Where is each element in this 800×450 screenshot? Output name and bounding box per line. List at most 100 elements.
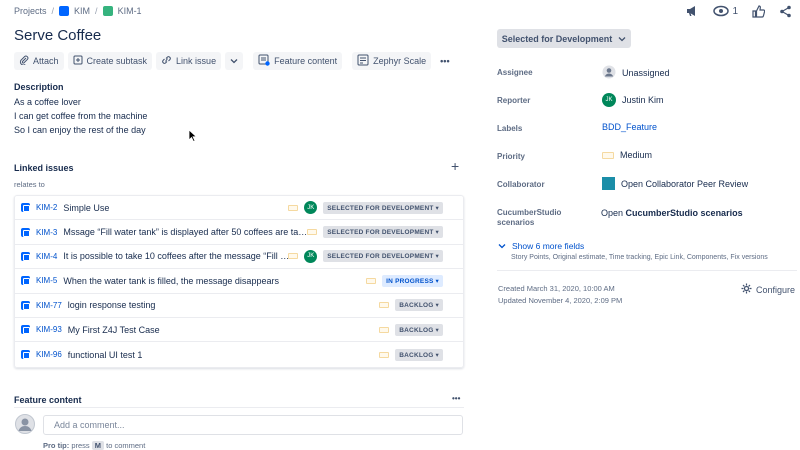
show-more-fields-button[interactable]: Show 6 more fields	[498, 241, 584, 251]
breadcrumb-separator: /	[95, 6, 98, 16]
more-actions-button[interactable]: •••	[435, 52, 454, 70]
status-text: BACKLOG	[399, 302, 434, 310]
linked-issue-key[interactable]: KIM-96	[36, 350, 62, 359]
breadcrumb-project[interactable]: KIM	[74, 6, 90, 16]
assignee-field[interactable]: Unassigned	[602, 65, 670, 81]
breadcrumb-projects[interactable]: Projects	[14, 6, 47, 16]
updated-date: Updated November 4, 2020, 2:09 PM	[498, 296, 623, 305]
priority-medium-icon	[602, 151, 614, 159]
linked-issue-key[interactable]: KIM-3	[36, 228, 57, 237]
attach-button[interactable]: Attach	[14, 52, 64, 70]
cucumber-field[interactable]: Open CucumberStudio scenarios	[601, 208, 743, 218]
issue-title[interactable]: Serve Coffee	[14, 27, 101, 44]
linked-issue-summary[interactable]: login response testing	[68, 300, 156, 310]
status-transition-button[interactable]: Selected for Development	[497, 29, 631, 48]
avatar: JK	[304, 249, 318, 263]
gear-icon	[741, 283, 752, 296]
status-badge[interactable]: BACKLOG ▾	[395, 348, 443, 361]
link-issue-dropdown[interactable]	[225, 52, 244, 70]
cucumber-label: CucumberStudio scenarios	[497, 208, 562, 227]
subtask-icon	[73, 55, 83, 67]
reporter-value: Justin Kim	[622, 95, 664, 105]
description-line: I can get coffee from the machine	[14, 111, 148, 121]
share-icon[interactable]	[779, 5, 792, 18]
issue-type-icon	[102, 6, 113, 16]
status-button-label: Selected for Development	[501, 33, 613, 44]
labels-field[interactable]: BDD_Feature	[602, 122, 657, 132]
breadcrumb-issue[interactable]: KIM-1	[118, 6, 142, 16]
linked-issue-row[interactable]: KIM-93 My First Z4J Test Case BACKLOG ▾	[15, 318, 463, 343]
zephyr-icon	[357, 54, 369, 68]
priority-field[interactable]: Medium	[602, 150, 652, 160]
priority-medium-icon	[379, 326, 390, 333]
add-linked-issue-button[interactable]: +	[451, 158, 459, 174]
collaborator-label: Collaborator	[497, 180, 545, 189]
divider	[497, 270, 797, 271]
status-badge[interactable]: IN PROGRESS ▾	[382, 274, 443, 287]
link-icon	[161, 55, 172, 67]
status-badge[interactable]: BACKLOG ▾	[395, 299, 443, 312]
megaphone-icon[interactable]	[685, 4, 699, 18]
reporter-label: Reporter	[497, 96, 531, 105]
story-icon	[21, 251, 30, 261]
protip-bold: Pro tip:	[43, 441, 70, 450]
status-badge[interactable]: SELECTED FOR DEVELOPMENT ▾	[323, 201, 443, 214]
create-subtask-button[interactable]: Create subtask	[67, 52, 153, 70]
chevron-down-icon	[618, 34, 626, 44]
zephyr-scale-button[interactable]: Zephyr Scale	[352, 52, 432, 70]
linked-issue-key[interactable]: KIM-93	[36, 325, 62, 334]
story-icon	[21, 300, 30, 310]
link-issue-label: Link issue	[176, 56, 217, 66]
zephyr-scale-label: Zephyr Scale	[373, 56, 427, 66]
linked-issue-row[interactable]: KIM-4 It is possible to take 10 coffees …	[15, 245, 463, 270]
hidden-fields-list: Story Points, Original estimate, Time tr…	[511, 254, 768, 261]
collaborator-field[interactable]: Open Collaborator Peer Review	[602, 177, 748, 190]
divider	[14, 407, 464, 408]
status-badge[interactable]: SELECTED FOR DEVELOPMENT ▾	[323, 250, 443, 263]
linked-issue-key[interactable]: KIM-4	[36, 252, 57, 261]
linked-issue-key[interactable]: KIM-77	[36, 301, 62, 310]
linked-issue-row[interactable]: KIM-3 Mssage “Fill water tank” is displa…	[15, 220, 463, 245]
linked-issue-row[interactable]: KIM-2 Simple Use JK SELECTED FOR DEVELOP…	[15, 196, 463, 221]
linked-issue-summary[interactable]: Simple Use	[63, 203, 109, 213]
priority-value: Medium	[620, 150, 653, 160]
linked-issue-summary[interactable]: It is possible to take 10 coffees after …	[63, 251, 293, 261]
status-badge[interactable]: BACKLOG ▾	[395, 323, 443, 336]
created-date: Created March 31, 2020, 10:00 AM	[498, 284, 615, 293]
attach-label: Attach	[33, 56, 59, 66]
avatar: JK	[304, 201, 318, 215]
link-relation-label: relates to	[14, 180, 45, 189]
reporter-field[interactable]: JK Justin Kim	[602, 93, 664, 107]
status-text: SELECTED FOR DEVELOPMENT	[327, 229, 434, 237]
linked-issue-summary[interactable]: functional UI test 1	[68, 350, 143, 360]
configure-button[interactable]: Configure	[741, 283, 795, 296]
feature-content-icon	[258, 54, 270, 68]
linked-issue-key[interactable]: KIM-2	[36, 203, 57, 212]
comment-input[interactable]: Add a comment...	[43, 415, 463, 435]
linked-issue-summary[interactable]: When the water tank is filled, the messa…	[63, 276, 279, 286]
description-body[interactable]: As a coffee lover I can get coffee from …	[14, 95, 147, 137]
feature-content-label: Feature content	[274, 56, 338, 66]
linked-issue-summary[interactable]: Mssage “Fill water tank” is displayed af…	[63, 227, 308, 237]
linked-issue-key[interactable]: KIM-5	[36, 276, 57, 285]
link-issue-button[interactable]: Link issue	[156, 52, 222, 70]
label-tag[interactable]: BDD_Feature	[602, 122, 657, 132]
priority-medium-icon	[379, 302, 390, 309]
linked-issue-row[interactable]: KIM-77 login response testing BACKLOG ▾	[15, 294, 463, 318]
avatar: JK	[602, 93, 616, 107]
linked-issue-summary[interactable]: My First Z4J Test Case	[68, 325, 160, 335]
assignee-value: Unassigned	[622, 68, 670, 78]
story-icon	[21, 227, 30, 237]
status-badge[interactable]: SELECTED FOR DEVELOPMENT ▾	[323, 226, 443, 239]
watch-button[interactable]: 1	[713, 5, 738, 17]
feature-content-more-button[interactable]: •••	[452, 394, 460, 403]
configure-label: Configure	[756, 284, 796, 295]
linked-issue-row[interactable]: KIM-5 When the water tank is filled, the…	[15, 269, 463, 294]
linked-issue-row[interactable]: KIM-96 functional UI test 1 BACKLOG ▾	[15, 342, 463, 366]
project-icon	[59, 6, 70, 16]
status-text: SELECTED FOR DEVELOPMENT	[327, 253, 434, 261]
feature-content-button[interactable]: Feature content	[253, 52, 343, 70]
eye-icon	[713, 5, 730, 17]
thumbs-up-icon[interactable]	[752, 4, 765, 18]
watch-count: 1	[732, 5, 738, 17]
